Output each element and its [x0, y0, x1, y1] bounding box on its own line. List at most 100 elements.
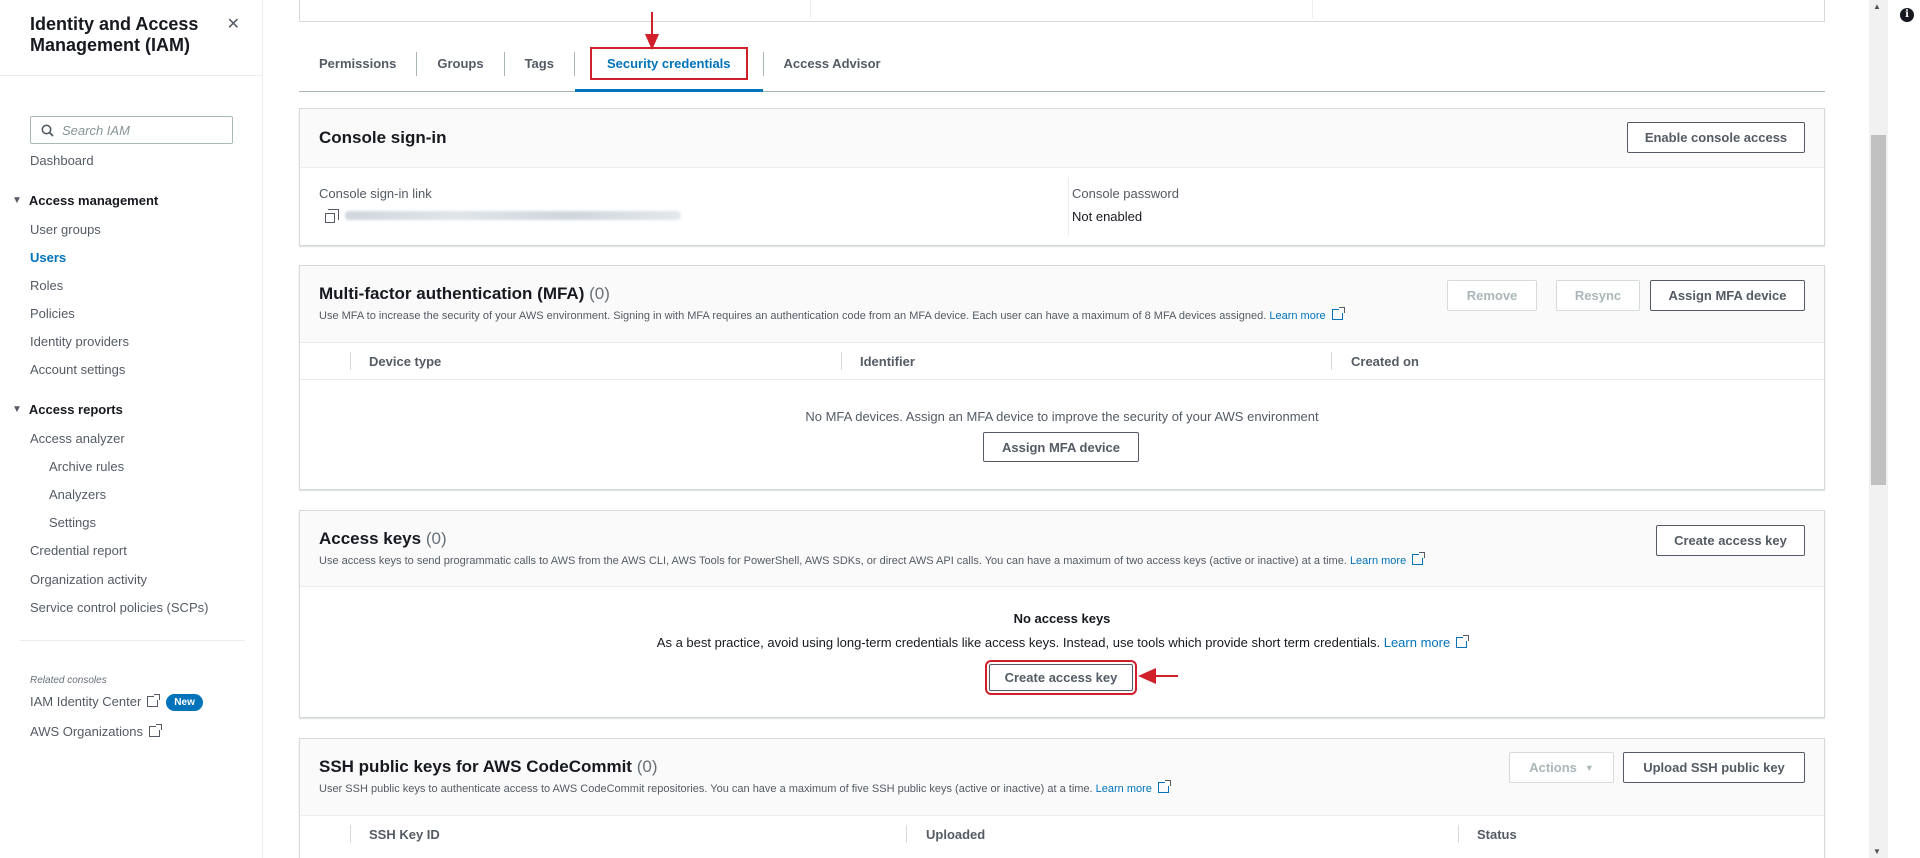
mfa-learn-more-link[interactable]: Learn more — [1269, 310, 1325, 322]
sidebar-item-iam-identity-center[interactable]: IAM Identity Center New — [30, 694, 203, 711]
column-status: Status — [1477, 827, 1517, 842]
annotation-arrow-left — [1138, 668, 1178, 684]
console-password-label: Console password — [1072, 186, 1179, 201]
sidebar-item-scps[interactable]: Service control policies (SCPs) — [30, 600, 208, 615]
create-access-key-button[interactable]: Create access key — [985, 660, 1137, 695]
tab-tags[interactable]: Tags — [505, 48, 574, 91]
no-access-keys-title: No access keys — [1013, 611, 1111, 626]
console-signin-header: Console sign-in Enable console access — [300, 109, 1824, 168]
upload-ssh-public-key-button[interactable]: Upload SSH public key — [1623, 752, 1805, 783]
sidebar-item-access-analyzer[interactable]: Access analyzer — [30, 431, 125, 446]
assign-mfa-device-empty-button[interactable]: Assign MFA device — [983, 432, 1139, 462]
organizations-label: AWS Organizations — [30, 724, 143, 739]
sidebar-item-user-groups[interactable]: User groups — [30, 222, 101, 237]
sidebar-item-dashboard[interactable]: Dashboard — [30, 153, 94, 168]
close-icon[interactable]: ✕ — [227, 14, 240, 34]
external-link-icon — [147, 694, 161, 707]
sidebar: Identity and Access Management (IAM) ✕ D… — [0, 0, 263, 858]
remove-button[interactable]: Remove — [1447, 280, 1537, 311]
related-consoles-label: Related consoles — [30, 675, 107, 686]
sidebar-header: Identity and Access Management (IAM) ✕ — [0, 0, 262, 76]
sidebar-item-roles[interactable]: Roles — [30, 278, 63, 293]
tab-groups[interactable]: Groups — [417, 48, 503, 91]
tab-access-advisor[interactable]: Access Advisor — [764, 48, 901, 91]
assign-mfa-device-button[interactable]: Assign MFA device — [1650, 280, 1805, 311]
caret-down-icon: ▼ — [1584, 762, 1594, 773]
external-link-icon — [1157, 780, 1171, 793]
search-input[interactable] — [62, 122, 222, 138]
console-signin-title: Console sign-in — [319, 128, 447, 147]
access-keys-header: Access keys (0) Use access keys to send … — [300, 511, 1824, 587]
sidebar-section-access-reports[interactable]: ▼ Access reports — [12, 402, 123, 417]
access-keys-empty-text: As a best practice, avoid using long-ter… — [300, 635, 1824, 650]
column-ssh-key-id: SSH Key ID — [369, 827, 440, 842]
sidebar-item-archive-rules[interactable]: Archive rules — [49, 459, 124, 474]
mfa-description: Use MFA to increase the security of your… — [319, 307, 1345, 322]
console-signin-panel: Console sign-in Enable console access Co… — [299, 108, 1825, 246]
mfa-empty-text: No MFA devices. Assign an MFA device to … — [805, 409, 1319, 424]
sidebar-item-credential-report[interactable]: Credential report — [30, 543, 127, 558]
mfa-count: (0) — [589, 284, 610, 303]
access-keys-title: Access keys (0) — [319, 529, 447, 548]
sidebar-item-settings[interactable]: Settings — [49, 515, 96, 530]
info-icon[interactable]: i — [1900, 8, 1914, 22]
external-link-icon — [1456, 635, 1470, 648]
tab-permissions[interactable]: Permissions — [299, 48, 416, 91]
caret-down-icon: ▼ — [12, 404, 22, 415]
external-link-icon — [1412, 552, 1426, 565]
sidebar-section-label: Access reports — [28, 402, 123, 417]
column-created-on: Created on — [1351, 354, 1419, 369]
access-keys-learn-more-link[interactable]: Learn more — [1350, 555, 1406, 567]
ssh-keys-description: User SSH public keys to authenticate acc… — [319, 780, 1171, 795]
main-content: Permissions Groups Tags Security credent… — [264, 0, 1864, 858]
search-icon — [41, 124, 54, 137]
caret-down-icon: ▼ — [12, 195, 22, 206]
sidebar-item-aws-organizations[interactable]: AWS Organizations — [30, 724, 162, 739]
tab-bar: Permissions Groups Tags Security credent… — [299, 47, 1825, 92]
identity-center-label: IAM Identity Center — [30, 694, 142, 709]
enable-console-access-button[interactable]: Enable console access — [1627, 122, 1805, 153]
console-signin-link-label: Console sign-in link — [319, 186, 432, 201]
summary-card-bottom — [299, 0, 1825, 22]
sidebar-divider — [20, 640, 245, 641]
tab-security-credentials[interactable]: Security credentials — [574, 47, 763, 92]
column-device-type: Device type — [369, 354, 442, 369]
access-keys-description: Use access keys to send programmatic cal… — [319, 552, 1426, 567]
create-access-key-header-button[interactable]: Create access key — [1656, 525, 1805, 556]
copy-icon[interactable] — [325, 209, 339, 223]
ssh-keys-count: (0) — [636, 757, 658, 776]
mfa-title: Multi-factor authentication (MFA) (0) — [319, 284, 610, 303]
sidebar-item-users[interactable]: Users — [30, 250, 66, 265]
sidebar-item-account-settings[interactable]: Account settings — [30, 362, 125, 377]
external-link-icon — [148, 724, 162, 737]
ssh-learn-more-link[interactable]: Learn more — [1096, 783, 1152, 795]
access-keys-empty-learn-more-link[interactable]: Learn more — [1384, 635, 1450, 650]
tab-label: Security credentials — [589, 47, 748, 80]
actions-dropdown-button[interactable]: Actions ▼ — [1509, 752, 1614, 783]
console-password-value: Not enabled — [1072, 209, 1143, 224]
sidebar-section-access-management[interactable]: ▼ Access management — [12, 193, 158, 208]
annotation-arrow-down — [645, 12, 659, 50]
external-link-icon — [1331, 307, 1345, 320]
page-scrollbar[interactable]: ▲ ▼ — [1869, 0, 1888, 858]
column-identifier: Identifier — [860, 354, 915, 369]
search-input-wrapper[interactable] — [30, 116, 233, 144]
signin-link-blurred[interactable] — [345, 211, 681, 220]
ssh-keys-panel: SSH public keys for AWS CodeCommit (0) U… — [299, 738, 1825, 858]
new-badge: New — [166, 694, 203, 711]
resync-button[interactable]: Resync — [1556, 280, 1640, 311]
mfa-header: Multi-factor authentication (MFA) (0) Us… — [300, 266, 1824, 343]
sidebar-item-analyzers[interactable]: Analyzers — [49, 487, 106, 502]
sidebar-item-identity-providers[interactable]: Identity providers — [30, 334, 129, 349]
mfa-panel: Multi-factor authentication (MFA) (0) Us… — [299, 265, 1825, 490]
sidebar-item-policies[interactable]: Policies — [30, 306, 75, 321]
sidebar-section-label: Access management — [28, 193, 159, 208]
sidebar-item-organization-activity[interactable]: Organization activity — [30, 572, 147, 587]
ssh-keys-header: SSH public keys for AWS CodeCommit (0) U… — [300, 739, 1824, 816]
access-keys-panel: Access keys (0) Use access keys to send … — [299, 510, 1825, 718]
scrollbar-thumb[interactable] — [1871, 135, 1886, 485]
column-uploaded: Uploaded — [926, 827, 986, 842]
access-keys-count: (0) — [425, 529, 447, 548]
sidebar-title: Identity and Access Management (IAM) — [30, 14, 199, 55]
ssh-keys-title: SSH public keys for AWS CodeCommit (0) — [319, 757, 658, 776]
